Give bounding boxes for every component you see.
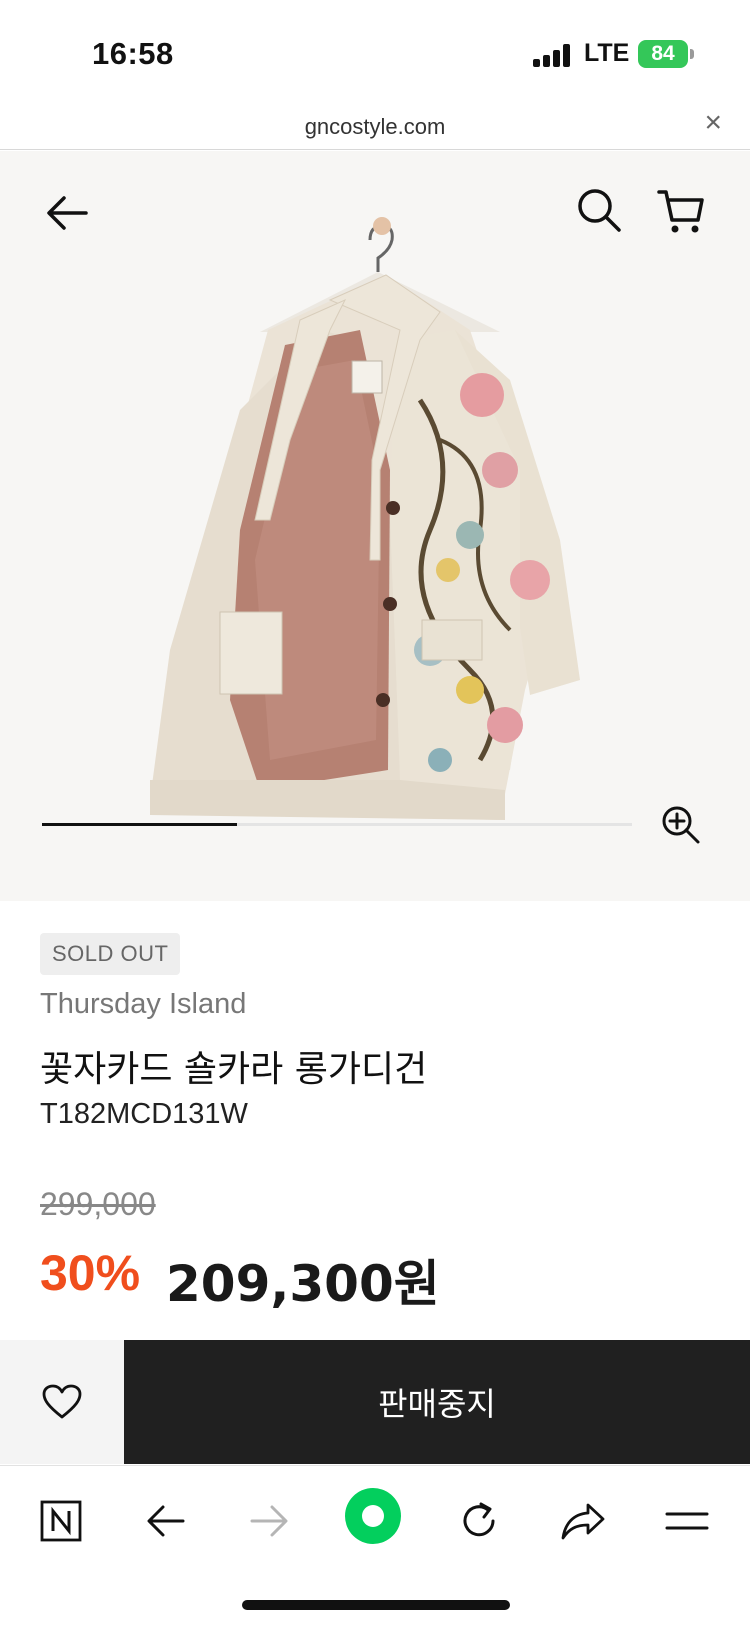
menu-icon[interactable] [662, 1496, 712, 1546]
original-price: 299,000 [40, 1186, 156, 1222]
product-image[interactable] [0, 151, 750, 901]
status-time: 16:58 [92, 36, 174, 71]
signal-icon [533, 43, 573, 67]
product-code: T182MCD131W [40, 1098, 248, 1130]
url-text[interactable]: gncostyle.com [0, 114, 750, 140]
url-bar[interactable]: gncostyle.com × [0, 100, 750, 150]
back-icon[interactable] [141, 1496, 191, 1546]
sold-out-badge: SOLD OUT [40, 933, 181, 975]
battery-level: 84 [651, 42, 675, 65]
sale-stopped-button[interactable]: 판매중지 [124, 1340, 750, 1464]
gallery-progress [42, 823, 632, 826]
network-label: LTE [584, 39, 630, 67]
close-icon[interactable]: × [704, 108, 722, 138]
cardigan-illustration [150, 217, 580, 820]
final-price: 209,300원 [166, 1255, 440, 1313]
product-name: 꽃자카드 숄카라 롱가디건 [40, 1049, 428, 1090]
green-dot-icon[interactable] [343, 1486, 403, 1546]
gallery-progress-fill [42, 823, 237, 826]
back-arrow-icon[interactable] [42, 186, 96, 240]
search-icon[interactable] [575, 186, 623, 234]
heart-icon [42, 1384, 82, 1419]
discount-rate: 30% [40, 1245, 141, 1301]
reload-icon[interactable] [454, 1496, 504, 1546]
naver-n-icon[interactable] [36, 1496, 86, 1546]
forward-icon[interactable] [244, 1496, 294, 1546]
wishlist-button[interactable] [0, 1340, 124, 1464]
home-indicator [242, 1600, 510, 1610]
battery-icon: 84 [638, 40, 688, 68]
brand-name[interactable]: Thursday Island [40, 988, 246, 1021]
share-icon[interactable] [558, 1496, 608, 1546]
battery-tip [690, 49, 694, 59]
cart-icon[interactable] [656, 186, 706, 236]
status-bar: 16:58 LTE 84 [0, 0, 750, 100]
zoom-in-icon[interactable] [660, 804, 702, 846]
